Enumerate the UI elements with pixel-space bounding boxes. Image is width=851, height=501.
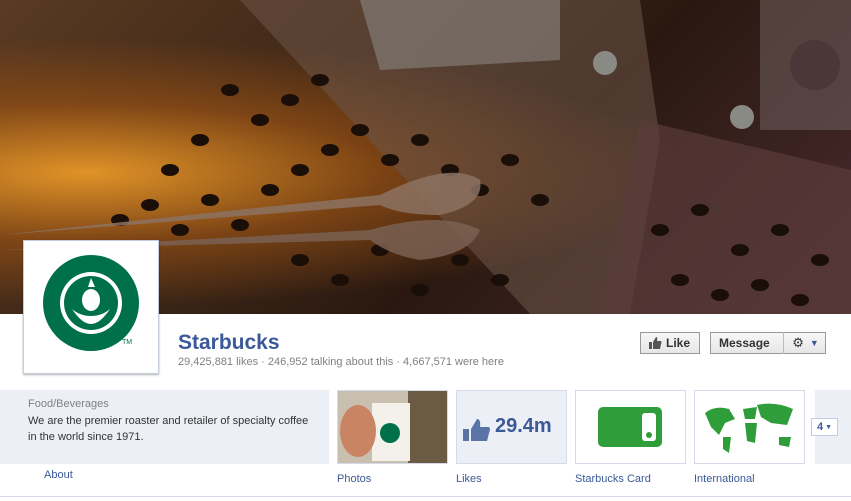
starbucks-logo: TM	[43, 255, 139, 351]
page-stats: 29,425,881 likes · 246,952 talking about…	[178, 356, 504, 368]
photos-tile[interactable]	[337, 390, 448, 464]
like-button[interactable]: Like	[640, 332, 700, 354]
thumbs-up-icon	[649, 337, 662, 349]
more-apps-dropdown[interactable]: 4 ▼	[811, 418, 838, 436]
profile-picture[interactable]: TM	[23, 240, 159, 374]
about-link[interactable]: About	[44, 469, 73, 481]
options-dropdown[interactable]: ⚙ ▼	[783, 332, 827, 354]
international-label[interactable]: International	[694, 473, 755, 485]
page-category: Food/Beverages	[28, 398, 109, 410]
page-description: We are the premier roaster and retailer …	[28, 415, 309, 443]
starbucks-card-tile[interactable]	[575, 390, 686, 464]
about-box: Food/Beverages We are the premier roaste…	[0, 390, 329, 464]
chevron-down-icon: ▼	[825, 423, 833, 431]
svg-text:TM: TM	[122, 339, 132, 346]
message-label: Message	[719, 336, 770, 350]
world-map-icon	[705, 403, 793, 453]
likes-label[interactable]: Likes	[456, 473, 482, 485]
photos-thumbnail	[338, 391, 447, 463]
like-label: Like	[666, 336, 691, 350]
photos-label[interactable]: Photos	[337, 473, 371, 485]
card-icon	[598, 407, 662, 447]
divider	[0, 496, 851, 497]
likes-tile[interactable]: 29.4m	[456, 390, 567, 464]
international-tile[interactable]	[694, 390, 805, 464]
more-apps-count: 4	[816, 421, 824, 433]
thumbs-up-icon	[463, 419, 491, 446]
starbucks-card-label[interactable]: Starbucks Card	[575, 473, 651, 485]
gear-icon: ⚙	[792, 335, 804, 350]
page-title[interactable]: Starbucks	[178, 331, 280, 355]
chevron-down-icon: ▼	[809, 338, 819, 348]
likes-count: 29.4m	[495, 415, 552, 437]
